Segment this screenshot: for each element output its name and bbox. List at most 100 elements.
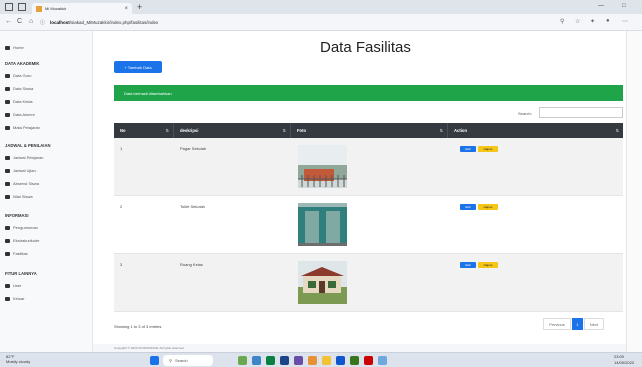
browser-menu-icon[interactable]	[5, 3, 13, 11]
table-row: 2 Toilet Sekolah Edit Hapus	[114, 196, 623, 254]
teacher-icon	[5, 73, 10, 78]
page-title: Data Fasilitas	[320, 39, 411, 56]
chrome-icon[interactable]	[336, 356, 345, 365]
weather-status: Mostly cloudy	[6, 359, 31, 364]
file-explorer-icon[interactable]	[252, 356, 261, 365]
start-icon[interactable]	[150, 356, 159, 365]
delete-button[interactable]: Hapus	[478, 204, 498, 210]
table-header: No ⇅ deskripsi ⇅ Foto ⇅ Action ⇅	[114, 123, 623, 138]
address-bar: ← C ⌂ ⓘ localhost/siakad_MiMuzakkir/inde…	[0, 14, 642, 31]
sidebar-section-academic: DATA AKADEMIK	[5, 61, 40, 66]
excel-icon[interactable]	[350, 356, 359, 365]
facility-photo-fence	[298, 145, 347, 188]
activity-icon	[5, 238, 10, 243]
column-header-deskripsi[interactable]: deskripsi ⇅	[174, 123, 291, 138]
student-icon	[5, 86, 10, 91]
sidebar-item-logout[interactable]: Keluar	[5, 296, 25, 301]
delete-button[interactable]: Hapus	[478, 262, 498, 268]
settings-icon[interactable]	[378, 356, 387, 365]
pagination-next[interactable]: Next	[584, 318, 604, 330]
folder-icon[interactable]	[322, 356, 331, 365]
calendar-icon	[5, 155, 10, 160]
zoom-icon[interactable]: ⚲	[560, 18, 564, 25]
pagination-previous[interactable]: Previous	[543, 318, 571, 330]
sidebar-section-schedule: JADWAL & PENILAIAN	[5, 143, 51, 148]
sidebar-item-absensi[interactable]: Absensi Siswa	[5, 181, 39, 186]
add-data-button[interactable]: + Tambah Data	[114, 61, 162, 73]
tab-favicon-icon	[36, 5, 42, 12]
more-options-icon[interactable]: ⋯	[622, 18, 628, 25]
search-input[interactable]	[539, 107, 623, 118]
class-icon	[5, 99, 10, 104]
search-label: Search:	[518, 111, 532, 116]
edit-button[interactable]: Edit	[460, 262, 476, 268]
logout-icon	[5, 296, 10, 301]
back-icon[interactable]: ←	[5, 18, 12, 25]
maximize-icon[interactable]: □	[622, 3, 626, 9]
favorite-icon[interactable]: ☆	[575, 18, 580, 25]
clock-date: 14/05/2023	[614, 360, 635, 365]
sidebar-section-info: INFORMASI	[5, 213, 29, 218]
widgets-icon[interactable]	[238, 356, 247, 365]
edge-icon[interactable]	[266, 356, 275, 365]
announcement-icon	[5, 225, 10, 230]
user-icon	[5, 283, 10, 288]
search-icon: ⚲	[169, 358, 172, 363]
sidebar-item-home[interactable]: Home	[5, 45, 24, 50]
sidebar-item-jadwal-pelajaran[interactable]: Jadwal Pelajaran	[5, 155, 43, 160]
minimize-icon[interactable]: —	[598, 3, 604, 9]
mail-icon[interactable]	[364, 356, 373, 365]
sidebar-section-other: FITUR LAINNYA	[5, 271, 37, 276]
sidebar-item-alumni[interactable]: Data Alumni	[5, 112, 35, 117]
table-info: Showing 1 to 3 of 3 entries	[114, 324, 162, 329]
home-icon[interactable]: ⌂	[29, 18, 33, 25]
edit-button[interactable]: Edit	[460, 146, 476, 152]
weather-widget[interactable]: 82°F Mostly cloudy	[6, 354, 30, 364]
sidebar-item-kelas[interactable]: Data Kelas	[5, 99, 33, 104]
column-header-foto[interactable]: Foto ⇅	[291, 123, 448, 138]
page-scrollbar[interactable]	[626, 31, 642, 352]
system-clock[interactable]: 23:00 14/05/2023	[614, 354, 634, 366]
exam-icon	[5, 168, 10, 173]
extensions-icon[interactable]: ✦	[590, 18, 595, 25]
close-tab-icon[interactable]: ×	[124, 6, 128, 12]
tab-actions-icon[interactable]	[18, 3, 26, 11]
url-field[interactable]: localhost/siakad_MiMuzakkir/index.php/fa…	[50, 18, 570, 27]
taskbar: 82°F Mostly cloudy ⚲ Search 23:00 14/05/2…	[0, 352, 642, 367]
url-path: /siakad_MiMuzakkir/index.php/fasilitas/i…	[69, 20, 159, 25]
vscode-icon[interactable]	[308, 356, 317, 365]
alumni-icon	[5, 112, 10, 117]
app-icon[interactable]	[294, 356, 303, 365]
sidebar-item-fasilitas[interactable]: Fasilitas	[5, 251, 28, 256]
new-tab-icon[interactable]: +	[137, 2, 142, 12]
row-number: 2	[120, 204, 123, 209]
column-header-no[interactable]: No ⇅	[114, 123, 174, 138]
profile-icon[interactable]: ●	[606, 18, 610, 24]
sidebar-item-pengumuman[interactable]: Pengumuman	[5, 225, 38, 230]
main-content: Data Fasilitas + Tambah Data Data berhas…	[93, 31, 626, 352]
sidebar-item-mapel[interactable]: Mata Pelajaran	[5, 125, 40, 130]
delete-button[interactable]: Hapus	[478, 146, 498, 152]
sidebar-item-ekstrakurikuler[interactable]: Ekstrakurikuler	[5, 238, 39, 243]
taskbar-search[interactable]: ⚲ Search	[163, 355, 213, 366]
column-header-action[interactable]: Action ⇅	[448, 123, 623, 138]
refresh-icon[interactable]: C	[17, 18, 22, 25]
attendance-icon	[5, 181, 10, 186]
sidebar-item-guru[interactable]: Data Guru	[5, 73, 31, 78]
browser-tab[interactable]: Mi Muzakkir ×	[32, 3, 132, 14]
edit-button[interactable]: Edit	[460, 204, 476, 210]
sidebar-item-user[interactable]: User	[5, 283, 21, 288]
row-number: 1	[120, 146, 123, 151]
browser-tabbar: Mi Muzakkir × + — □	[0, 0, 642, 14]
sidebar-item-nilai[interactable]: Nilai Siswa	[5, 194, 33, 199]
url-host: localhost	[50, 20, 70, 25]
table-row: 3 Ruang Kelas Edit Hapus	[114, 254, 623, 312]
row-number: 3	[120, 262, 123, 267]
sort-icon: ⇅	[282, 128, 286, 133]
site-info-icon[interactable]: ⓘ	[40, 19, 45, 26]
sidebar-item-siswa[interactable]: Data Siswa	[5, 86, 33, 91]
row-description: Pagar Sekolah	[180, 146, 207, 151]
sidebar-item-jadwal-ujian[interactable]: Jadwal Ujian	[5, 168, 36, 173]
pagination-page-1[interactable]: 1	[572, 318, 583, 330]
store-icon[interactable]	[280, 356, 289, 365]
